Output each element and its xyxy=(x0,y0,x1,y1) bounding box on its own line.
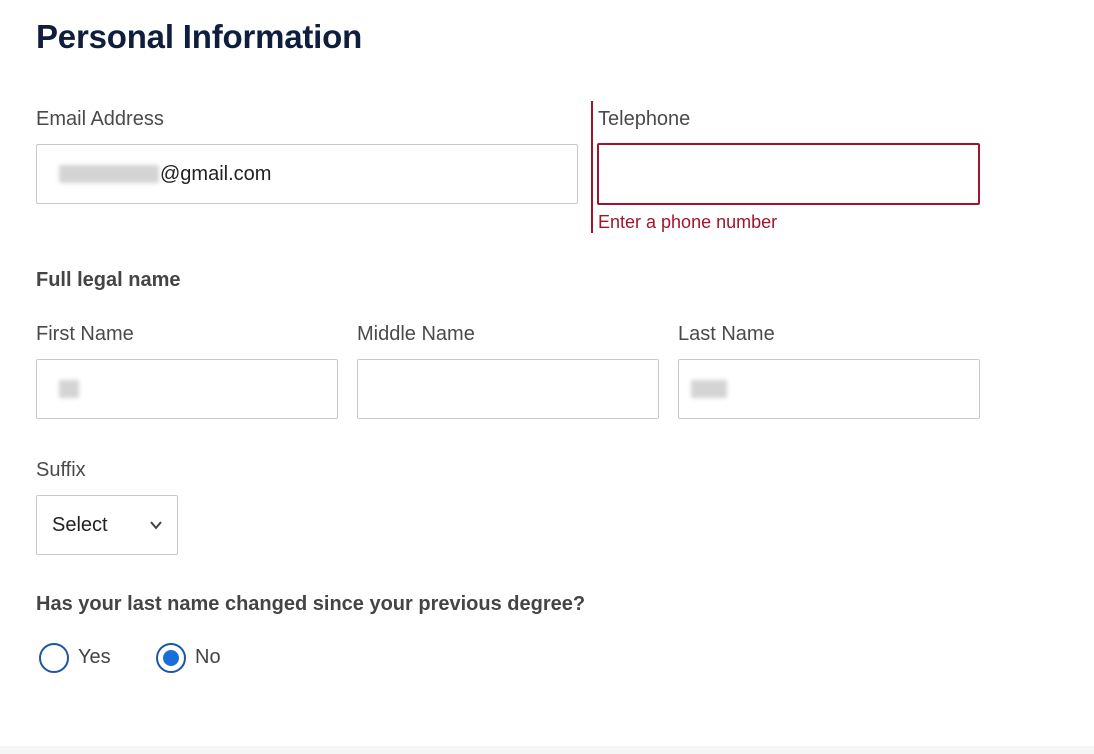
email-field[interactable]: @gmail.com xyxy=(36,144,578,204)
middle-name-field[interactable] xyxy=(357,359,659,419)
full-legal-name-heading: Full legal name xyxy=(36,269,181,291)
radio-yes[interactable] xyxy=(39,643,69,673)
middle-name-label: Middle Name xyxy=(357,323,475,345)
last-name-field[interactable] xyxy=(678,359,980,419)
name-change-question: Has your last name changed since your pr… xyxy=(36,593,586,615)
telephone-error-message: Enter a phone number xyxy=(598,212,778,232)
telephone-error-bar xyxy=(591,101,593,233)
redacted-last-name xyxy=(691,380,727,398)
radio-no-label[interactable]: No xyxy=(195,646,221,669)
radio-yes-label[interactable]: Yes xyxy=(78,646,111,669)
suffix-selected-value: Select xyxy=(52,514,108,536)
redacted-first-name xyxy=(59,380,79,398)
chevron-down-icon xyxy=(150,521,162,530)
page-title: Personal Information xyxy=(36,18,363,55)
redacted-email-user xyxy=(59,165,159,183)
telephone-field[interactable] xyxy=(597,143,980,205)
first-name-field[interactable] xyxy=(36,359,338,419)
telephone-label: Telephone xyxy=(598,108,691,130)
suffix-select[interactable]: Select xyxy=(36,495,178,555)
email-domain-text: @gmail.com xyxy=(160,163,272,185)
radio-no[interactable] xyxy=(156,643,186,673)
email-label: Email Address xyxy=(36,108,164,130)
footer-divider xyxy=(0,746,1094,754)
suffix-label: Suffix xyxy=(36,459,86,481)
first-name-label: First Name xyxy=(36,323,134,345)
last-name-label: Last Name xyxy=(678,323,775,345)
